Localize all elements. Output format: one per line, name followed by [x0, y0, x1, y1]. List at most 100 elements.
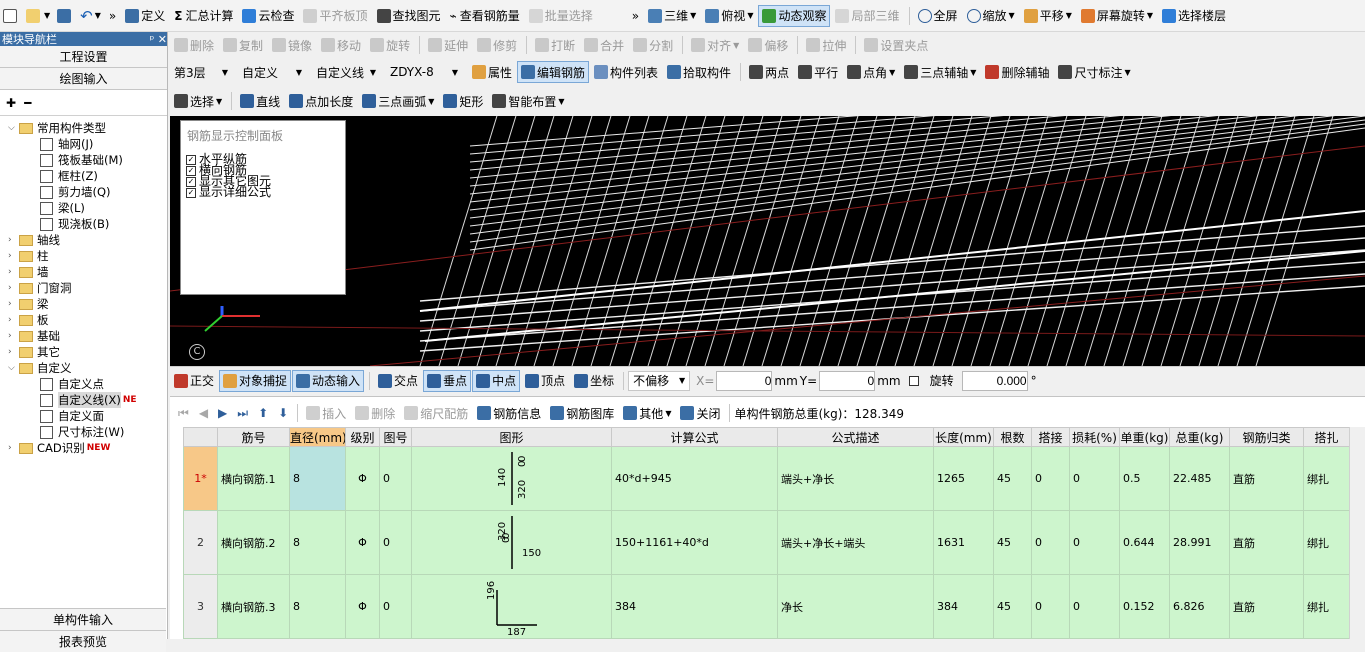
single-input-button[interactable]: 单构件输入: [0, 608, 166, 630]
snap-tool-5[interactable]: 中点: [472, 369, 521, 392]
tree-item-17[interactable]: 自定义线(X) NE: [40, 392, 137, 408]
cell-lap[interactable]: 0: [1031, 510, 1070, 575]
expand-toggle-icon[interactable]: ›: [8, 299, 17, 309]
tree-item-3[interactable]: 框柱(Z): [40, 168, 98, 184]
cell-total_w[interactable]: 28.991: [1169, 510, 1230, 575]
edit-tool-9[interactable]: 分割: [629, 34, 677, 56]
cell-shape[interactable]: 196 187: [411, 574, 612, 639]
column-header-9[interactable]: 搭接: [1031, 427, 1070, 447]
more-toolbar-button-2[interactable]: »: [628, 5, 643, 27]
checkbox[interactable]: ✓: [186, 187, 196, 198]
column-header-7[interactable]: 长度(mm): [933, 427, 994, 447]
expand-toggle-icon[interactable]: ›: [8, 315, 17, 325]
rebar-tool-2[interactable]: 缩尺配筋: [400, 402, 472, 424]
edit-tool-6[interactable]: 修剪: [473, 34, 521, 56]
cell-grade[interactable]: Φ: [345, 510, 380, 575]
component-tool-9[interactable]: 尺寸标注 ▼: [1054, 61, 1134, 83]
column-header-2[interactable]: 级别: [345, 427, 380, 447]
tree-item-14[interactable]: › 其它: [8, 344, 60, 360]
toolbar1-right-2[interactable]: 动态观察: [758, 4, 831, 27]
cell-loss[interactable]: 0: [1069, 574, 1120, 639]
snap-tool-0[interactable]: 正交: [170, 370, 218, 392]
tree-item-4[interactable]: 剪力墙(Q): [40, 184, 111, 200]
open-file-button[interactable]: ▼: [23, 5, 53, 27]
component-tool-8[interactable]: 删除辅轴: [981, 61, 1053, 83]
table-row[interactable]: 1* 横向钢筋.1 8 Φ 0 140 320 0 0 40*d+945 端头+净长 1265 45 0 0…: [183, 446, 1350, 511]
cell-category[interactable]: 直筋: [1229, 574, 1304, 639]
snap-tool-3[interactable]: 交点: [374, 370, 422, 392]
snap-tool-7[interactable]: 坐标: [570, 370, 618, 392]
tree-item-0[interactable]: ⌵ 常用构件类型: [8, 120, 106, 136]
edit-tool-5[interactable]: 延伸: [424, 34, 472, 56]
cell-shape[interactable]: 140 320 0 0: [411, 446, 612, 511]
expand-all-icon[interactable]: ✚: [6, 96, 16, 110]
component-tool-6[interactable]: 点角 ▼: [843, 61, 899, 83]
component-tool-5[interactable]: 平行: [794, 61, 842, 83]
rebar-tool-5[interactable]: 其他 ▼: [619, 402, 675, 424]
cell-tie[interactable]: 绑扎: [1303, 574, 1350, 639]
column-header-11[interactable]: 单重(kg): [1119, 427, 1170, 447]
draw-tool-1[interactable]: 直线: [236, 90, 284, 112]
toolbar1-right-8[interactable]: 选择楼层: [1158, 5, 1230, 27]
expand-toggle-icon[interactable]: ›: [8, 283, 17, 293]
rebar-option-3[interactable]: ✓ 显示详细公式: [181, 186, 345, 198]
draw-tool-4[interactable]: 矩形: [439, 90, 487, 112]
cell-name[interactable]: 横向钢筋.1: [217, 446, 290, 511]
column-header-0[interactable]: 筋号: [217, 427, 290, 447]
tree-item-13[interactable]: › 基础: [8, 328, 60, 344]
toolbar1-right-5[interactable]: 缩放 ▼: [963, 5, 1019, 27]
cell-tie[interactable]: 绑扎: [1303, 446, 1350, 511]
toolbar1-item-5[interactable]: ⌁ 查看钢筋量: [446, 5, 524, 27]
tree-item-16[interactable]: 自定义点: [40, 376, 104, 392]
cell-fig[interactable]: 0: [379, 510, 412, 575]
draw-tool-0[interactable]: 选择 ▼: [170, 90, 226, 112]
cell-desc[interactable]: 端头+净长+端头: [777, 510, 934, 575]
cell-length[interactable]: 1265: [933, 446, 994, 511]
checkbox[interactable]: ✓: [186, 176, 196, 187]
column-header-12[interactable]: 总重(kg): [1169, 427, 1230, 447]
cell-fig[interactable]: 0: [379, 574, 412, 639]
code-select[interactable]: ZDYX-8 ▼: [386, 62, 462, 82]
cell-unit_w[interactable]: 0.152: [1119, 574, 1170, 639]
move-up-icon[interactable]: ⬆: [258, 406, 268, 420]
expand-toggle-icon[interactable]: ›: [8, 331, 17, 341]
cell-grade[interactable]: Φ: [345, 574, 380, 639]
expand-toggle-icon[interactable]: ›: [8, 235, 17, 245]
report-preview-button[interactable]: 报表预览: [0, 630, 166, 652]
expand-toggle-icon[interactable]: ›: [8, 267, 17, 277]
new-file-button[interactable]: [0, 5, 22, 27]
toolbar1-item-1[interactable]: Σ 汇总计算: [170, 5, 237, 27]
cell-lap[interactable]: 0: [1031, 446, 1070, 511]
tree-item-1[interactable]: 轴网(J): [40, 136, 93, 152]
nav-first-icon[interactable]: ⏮: [178, 406, 189, 421]
component-tool-2[interactable]: 构件列表: [590, 61, 662, 83]
toolbar1-item-3[interactable]: 平齐板顶: [299, 5, 371, 27]
row-number[interactable]: 2: [183, 510, 218, 575]
cell-formula[interactable]: 384: [611, 574, 778, 639]
toolbar1-right-7[interactable]: 屏幕旋转 ▼: [1077, 5, 1157, 27]
project-settings-button[interactable]: 工程设置: [0, 46, 167, 68]
save-button[interactable]: [54, 5, 76, 27]
edit-tool-0[interactable]: 删除: [170, 34, 218, 56]
toolbar1-right-0[interactable]: 三维 ▼: [644, 5, 700, 27]
toolbar1-right-3[interactable]: 局部三维: [831, 5, 903, 27]
tree-item-10[interactable]: › 门窗洞: [8, 280, 72, 296]
tree-item-6[interactable]: 现浇板(B): [40, 216, 109, 232]
rebar-tool-1[interactable]: 删除: [351, 402, 399, 424]
edit-tool-3[interactable]: 移动: [317, 34, 365, 56]
toolbar1-item-4[interactable]: 查找图元: [373, 5, 445, 27]
tree-item-12[interactable]: › 板: [8, 312, 49, 328]
tree-item-20[interactable]: › CAD识别 NEW: [8, 440, 110, 456]
expand-toggle-icon[interactable]: ⌵: [8, 363, 17, 373]
edit-tool-8[interactable]: 合并: [580, 34, 628, 56]
cell-formula[interactable]: 150+1161+40*d: [611, 510, 778, 575]
cell-dia[interactable]: 8: [289, 510, 346, 575]
drawing-input-button[interactable]: 绘图输入: [0, 68, 167, 90]
nav-prev-icon[interactable]: ◀: [199, 406, 208, 420]
cell-loss[interactable]: 0: [1069, 446, 1120, 511]
cell-category[interactable]: 直筋: [1229, 446, 1304, 511]
draw-tool-3[interactable]: 三点画弧 ▼: [358, 90, 438, 112]
offset-mode-select[interactable]: 不偏移 ▼: [628, 370, 691, 391]
tree-item-15[interactable]: ⌵ 自定义: [8, 360, 72, 376]
toolbar1-item-2[interactable]: 云检查: [238, 5, 298, 27]
